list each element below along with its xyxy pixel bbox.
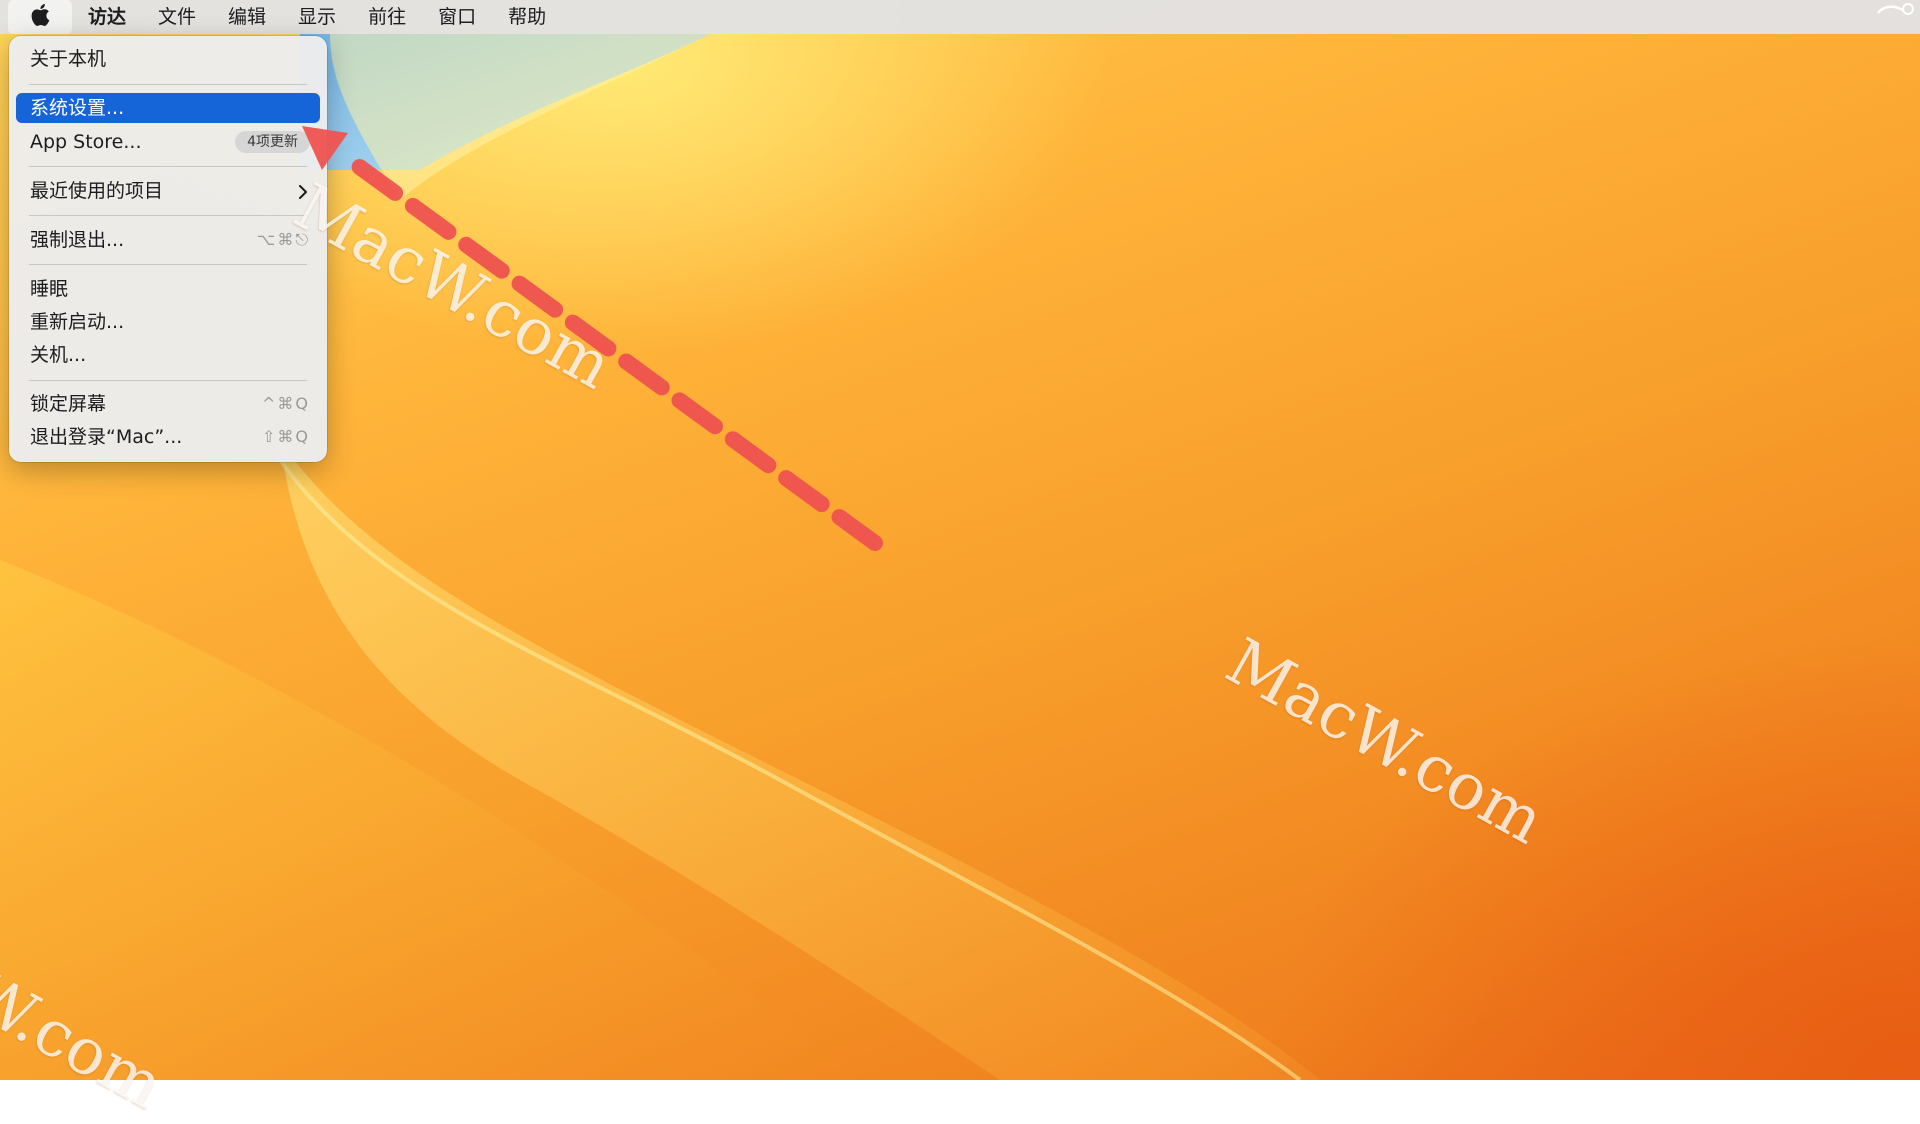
- annotation-arrow: [302, 126, 883, 551]
